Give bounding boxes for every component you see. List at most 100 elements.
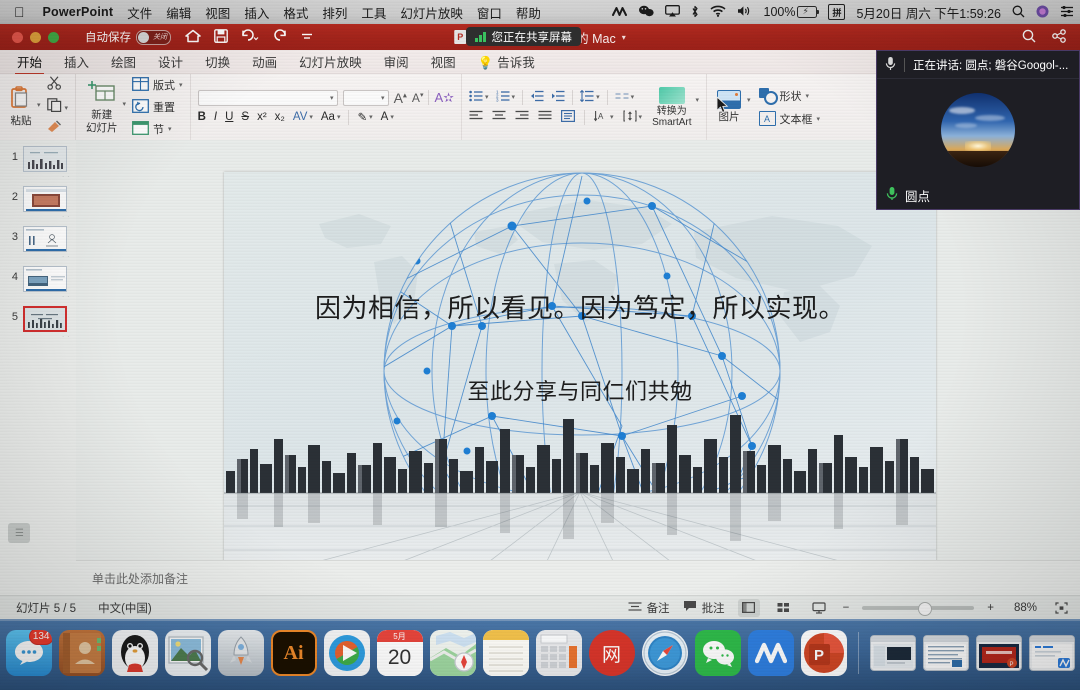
new-slide-dropdown-chevron[interactable]: ▾ xyxy=(123,100,127,108)
search-icon[interactable] xyxy=(1012,5,1025,20)
messages-icon[interactable]: 134 xyxy=(6,630,52,676)
section-chevron[interactable]: ▾ xyxy=(168,125,172,133)
change-case-button[interactable]: Aa▾ xyxy=(321,111,341,123)
meeting-video-area[interactable] xyxy=(877,81,1079,179)
tab-view[interactable]: 视图 xyxy=(420,50,467,74)
tab-slideshow[interactable]: 幻灯片放映 xyxy=(288,50,373,74)
bluetooth-icon[interactable] xyxy=(691,5,699,20)
safari-icon[interactable] xyxy=(642,630,688,676)
illustrator-icon[interactable]: Ai xyxy=(271,630,317,676)
menu-tools[interactable]: 工具 xyxy=(361,3,386,22)
calculator-icon[interactable] xyxy=(536,630,582,676)
comments-button[interactable]: 批注 xyxy=(683,600,725,616)
slide-sorter-button[interactable] xyxy=(773,599,795,617)
fit-to-window-button[interactable] xyxy=(1050,599,1072,617)
zoom-in-button[interactable]: + xyxy=(987,602,994,614)
powerpoint-icon[interactable]: P xyxy=(801,630,847,676)
menu-insert[interactable]: 插入 xyxy=(244,3,269,22)
tab-animations[interactable]: 动画 xyxy=(241,50,288,74)
menu-help[interactable]: 帮助 xyxy=(516,3,541,22)
text-highlight-button[interactable]: ✎▾ xyxy=(357,110,372,124)
menu-format[interactable]: 格式 xyxy=(283,3,308,22)
autosave-control[interactable]: 自动保存 关闭 xyxy=(85,29,171,45)
minimize-button[interactable] xyxy=(30,32,41,43)
redo-icon[interactable] xyxy=(273,29,287,45)
section-button[interactable]: 节 ▾ xyxy=(132,121,183,138)
titlebar-search-icon[interactable] xyxy=(1022,29,1036,46)
tab-design[interactable]: 设计 xyxy=(147,50,194,74)
notes-icon[interactable] xyxy=(483,630,529,676)
qq-icon[interactable] xyxy=(112,630,158,676)
columns-button[interactable]: ▾ xyxy=(615,90,635,105)
launchpad-icon[interactable] xyxy=(218,630,264,676)
new-slide-button[interactable]: 新建 幻灯片 xyxy=(83,80,121,133)
italic-button[interactable]: I xyxy=(214,111,217,123)
shapes-button[interactable]: 形状 ▾ xyxy=(759,88,821,104)
copy-dropdown-chevron[interactable]: ▾ xyxy=(65,104,69,112)
format-painter-icon[interactable] xyxy=(47,120,69,138)
save-icon[interactable] xyxy=(214,29,228,46)
presenter-view-button[interactable] xyxy=(808,599,830,617)
calendar-icon[interactable]: 5月 20 xyxy=(377,630,423,676)
contacts-icon[interactable] xyxy=(59,630,105,676)
picture-chevron[interactable]: ▾ xyxy=(747,96,751,104)
font-size-input[interactable]: ▾ xyxy=(343,90,389,106)
slide-text-line-2[interactable]: 至此分享与同仁们共勉 xyxy=(224,374,936,406)
apple-logo-icon[interactable]:  xyxy=(14,5,25,19)
normal-view-button[interactable] xyxy=(738,599,760,617)
microphone-on-icon[interactable] xyxy=(886,186,898,204)
paste-dropdown-chevron[interactable]: ▾ xyxy=(37,101,41,109)
netease-music-icon[interactable]: 网 xyxy=(589,630,635,676)
minimized-window-meeting[interactable] xyxy=(1029,635,1075,671)
thumbnail-preview[interactable] xyxy=(23,226,67,252)
convert-to-smartart-button[interactable]: 转换为 SmartArt xyxy=(652,87,691,128)
menubar-app-name[interactable]: PowerPoint xyxy=(43,5,114,19)
smartart-chevron[interactable]: ▾ xyxy=(696,96,700,104)
shrink-font-icon[interactable]: A▾ xyxy=(412,91,424,105)
line-spacing-button[interactable]: ▾ xyxy=(580,90,600,105)
autosave-toggle[interactable]: 关闭 xyxy=(136,30,171,45)
thumbnail-item-1[interactable]: 1 xyxy=(0,140,76,172)
tab-review[interactable]: 审阅 xyxy=(373,50,420,74)
language-label[interactable]: 中文(中国) xyxy=(98,600,152,616)
copy-icon[interactable] xyxy=(47,98,62,117)
tab-transitions[interactable]: 切换 xyxy=(194,50,241,74)
thumbnail-item-5[interactable]: 5 xyxy=(0,300,76,332)
close-button[interactable] xyxy=(12,32,23,43)
outline-view-toggle[interactable]: ☰ xyxy=(8,523,30,543)
battery-status[interactable]: 100% ⚡ xyxy=(764,5,818,19)
align-center-icon[interactable] xyxy=(492,110,506,124)
picture-button[interactable]: 图片 xyxy=(714,90,744,123)
align-right-icon[interactable] xyxy=(515,110,529,124)
minimized-window-powerpoint[interactable]: P xyxy=(976,635,1022,671)
home-icon[interactable] xyxy=(185,29,201,46)
character-spacing-button[interactable]: AV▾ xyxy=(293,111,313,123)
tencent-meeting-icon[interactable] xyxy=(748,630,794,676)
minimized-window-finder[interactable] xyxy=(870,635,916,671)
tab-draw[interactable]: 绘图 xyxy=(100,50,147,74)
slide-thumbnail-pane[interactable]: 1 · · 2 · · 3 xyxy=(0,140,77,595)
layout-chevron[interactable]: ▾ xyxy=(179,81,183,89)
thumbnail-item-2[interactable]: 2 xyxy=(0,180,76,212)
paste-button[interactable]: 粘贴 xyxy=(7,86,35,127)
zoom-out-button[interactable]: − xyxy=(843,602,850,614)
customize-toolbar-icon[interactable] xyxy=(300,30,314,45)
distribute-icon[interactable] xyxy=(561,110,575,125)
decrease-indent-icon[interactable] xyxy=(530,90,544,105)
undo-icon[interactable] xyxy=(241,29,260,45)
meeting-floating-panel[interactable]: 正在讲话: 圆点; 磐谷Googol-... 圆点 xyxy=(876,50,1080,210)
menubar-clock[interactable]: 5月20日 周六 下午1:59:26 xyxy=(856,3,1001,22)
clear-formatting-icon[interactable]: A✫ xyxy=(434,90,454,106)
slide-text-line-1[interactable]: 因为相信，所以看见。因为笃定，所以实现。 xyxy=(224,288,936,325)
justify-icon[interactable] xyxy=(538,110,552,124)
menu-edit[interactable]: 编辑 xyxy=(166,3,191,22)
reset-button[interactable]: 重置 xyxy=(132,99,183,116)
strikethrough-button[interactable]: S xyxy=(241,111,249,123)
preview-icon[interactable] xyxy=(165,630,211,676)
tab-insert[interactable]: 插入 xyxy=(53,50,100,74)
font-name-input[interactable]: ▾ xyxy=(198,90,338,106)
increase-indent-icon[interactable] xyxy=(551,90,565,105)
current-slide[interactable]: 因为相信，所以看见。因为笃定，所以实现。 至此分享与同仁们共勉 xyxy=(224,172,936,584)
siri-icon[interactable] xyxy=(1036,5,1049,20)
bullets-button[interactable]: ▾ xyxy=(469,90,489,105)
